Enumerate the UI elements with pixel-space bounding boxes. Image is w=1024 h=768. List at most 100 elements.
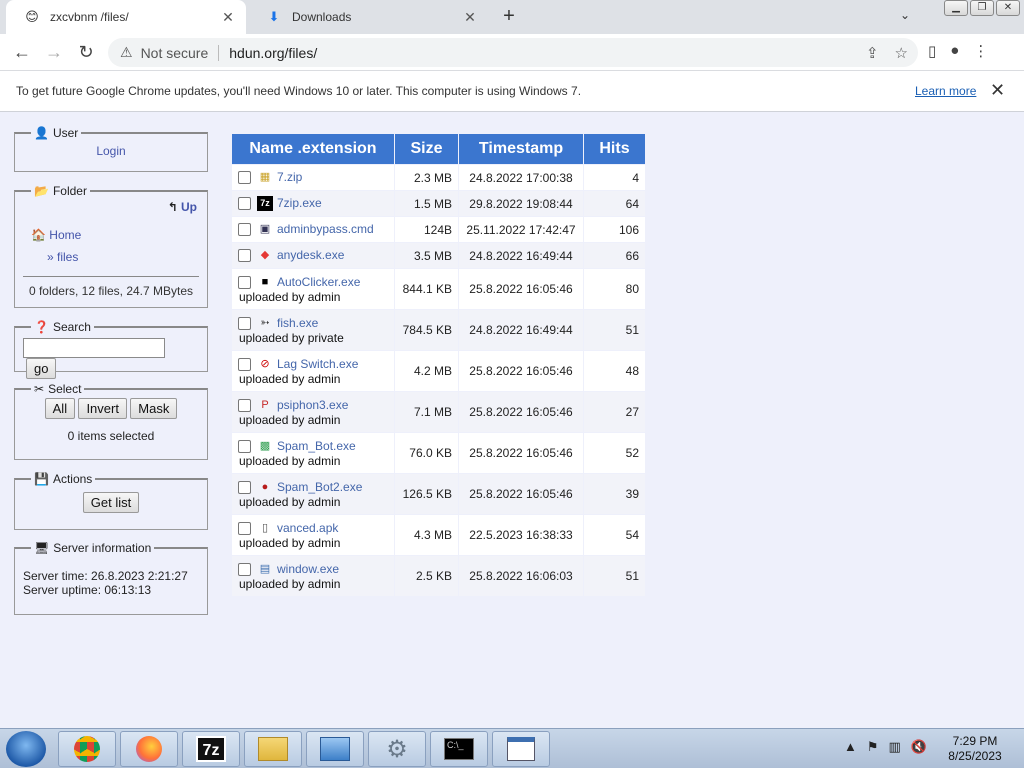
file-link[interactable]: 7zip.exe (277, 196, 322, 210)
table-row[interactable]: ▩ Spam_Bot.exe uploaded by admin 76.0 KB 25.… (232, 433, 645, 473)
file-link[interactable]: fish.exe (277, 316, 318, 330)
tab-files[interactable]: 😊 zxcvbnm /files/ ✕ (6, 0, 246, 34)
action-center-flag-icon[interactable]: ⚑ (867, 739, 879, 755)
table-row[interactable]: ▦ 7.zip 2.3 MB 24.8.2022 17:00:38 4 (232, 165, 645, 190)
up-button[interactable]: ↰ Up (168, 200, 197, 214)
new-tab-button[interactable]: + (498, 6, 520, 28)
red-circle-icon: ● (261, 480, 269, 493)
back-icon[interactable]: ← (10, 41, 34, 65)
close-tab-icon[interactable]: ✕ (462, 9, 478, 26)
file-checkbox[interactable] (238, 480, 251, 494)
file-checkbox[interactable] (238, 439, 251, 453)
file-checkbox[interactable] (238, 275, 251, 289)
menu-kebab-icon[interactable]: ⋮ (973, 42, 988, 60)
table-row[interactable]: Ppsiphon3.exe uploaded by admin 7.1 MB 25.8… (232, 392, 645, 432)
close-window-icon[interactable]: ✕ (996, 0, 1020, 16)
column-header-size[interactable]: Size (395, 134, 458, 164)
file-hits: 80 (584, 269, 645, 309)
file-checkbox[interactable] (238, 223, 251, 237)
column-header-hits[interactable]: Hits (584, 134, 645, 164)
reload-icon[interactable]: ↻ (74, 41, 98, 65)
table-row[interactable]: ▣ adminbypass.cmd 124B 25.11.2022 17:42:47 1… (232, 217, 645, 242)
file-checkbox[interactable] (238, 398, 251, 412)
table-row[interactable]: ● Spam_Bot2.exe uploaded by admin 126.5 KB 2… (232, 474, 645, 514)
search-input[interactable] (23, 338, 165, 358)
tab-downloads[interactable]: ⬇ Downloads ✕ (248, 0, 488, 34)
chrome-icon[interactable] (58, 731, 116, 767)
firefox-icon[interactable] (120, 731, 178, 767)
search-legend: Search (52, 320, 91, 334)
close-tab-icon[interactable]: ✕ (220, 9, 236, 26)
start-button[interactable] (6, 731, 46, 767)
volume-muted-icon[interactable]: 🔇 (911, 739, 927, 755)
search-go-button[interactable]: go (26, 358, 57, 379)
mask-button[interactable]: Mask (130, 398, 178, 419)
file-checkbox[interactable] (238, 562, 251, 576)
taskbar-clock[interactable]: 7:29 PM 8/25/2023 (940, 734, 1010, 764)
share-icon[interactable]: ⇪ (866, 44, 879, 62)
login-link[interactable]: Login (96, 144, 125, 158)
files-folder-link[interactable]: » files (47, 250, 78, 264)
browser-toolbar: ← → ↻ ⚠ Not secure hdun.org/files/ ⇪ ☆ ▯… (0, 34, 1024, 71)
minimize-icon[interactable]: ▁ (944, 0, 968, 16)
select-all-button[interactable]: All (44, 398, 76, 419)
file-link[interactable]: AutoClicker.exe (277, 275, 360, 289)
file-checkbox[interactable] (238, 197, 251, 211)
file-checkbox[interactable] (238, 357, 251, 371)
home-link[interactable]: Home (49, 228, 81, 242)
url-text[interactable]: hdun.org/files/ (229, 45, 317, 61)
file-link[interactable]: Spam_Bot2.exe (277, 480, 362, 494)
file-size: 2.3 MB (395, 165, 458, 190)
security-label[interactable]: Not secure (141, 44, 220, 61)
file-checkbox[interactable] (238, 249, 251, 263)
network-icon[interactable]: ▥ (889, 739, 901, 755)
7zip-icon[interactable]: 7z (182, 731, 240, 767)
bookmark-star-icon[interactable]: ☆ (895, 44, 908, 62)
file-checkbox[interactable] (238, 521, 251, 535)
table-row[interactable]: ▯ vanced.apk uploaded by admin 4.3 MB 22.5.2… (232, 515, 645, 555)
file-checkbox[interactable] (238, 316, 251, 330)
tab-search-chevron-icon[interactable]: ⌄ (896, 8, 914, 26)
file-link[interactable]: window.exe (277, 562, 339, 576)
table-row[interactable]: ▤ window.exe uploaded by admin 2.5 KB 25.8.2… (232, 556, 645, 596)
terminal-icon[interactable]: C:\_ (430, 731, 488, 767)
user-legend: User (52, 126, 79, 140)
forward-icon[interactable]: → (42, 41, 66, 65)
folder-icon[interactable] (244, 731, 302, 767)
table-row[interactable]: 7z 7zip.exe 1.5 MB 29.8.2022 19:08:44 64 (232, 191, 645, 216)
file-link[interactable]: vanced.apk (277, 521, 338, 535)
learn-more-link[interactable]: Learn more (915, 84, 976, 98)
tray-expand-icon[interactable]: ▲ (844, 739, 857, 755)
address-bar[interactable]: ⚠ Not secure hdun.org/files/ ⇪ ☆ (108, 38, 918, 67)
file-link[interactable]: anydesk.exe (277, 248, 344, 262)
file-hits: 54 (584, 515, 645, 555)
table-row[interactable]: ⊘ Lag Switch.exe uploaded by admin 4.2 MB 25… (232, 351, 645, 391)
file-checkbox[interactable] (238, 171, 251, 185)
table-row[interactable]: ■ AutoClicker.exe uploaded by admin 844.1 K… (232, 269, 645, 309)
column-header-name[interactable]: Name .extension (232, 134, 394, 164)
fish-icon: ➳ (260, 316, 270, 329)
file-link[interactable]: adminbypass.cmd (277, 222, 374, 236)
uploader-label: uploaded by admin (239, 453, 341, 468)
get-list-button[interactable]: Get list (82, 492, 140, 513)
profile-avatar-icon[interactable]: ● (950, 42, 959, 60)
file-link[interactable]: 7.zip (277, 170, 302, 184)
table-row[interactable]: ◆ anydesk.exe 3.5 MB 24.8.2022 16:49:44 66 (232, 243, 645, 268)
file-link[interactable]: Lag Switch.exe (277, 357, 358, 371)
control-panel-icon[interactable] (306, 731, 364, 767)
close-infobar-icon[interactable]: ✕ (990, 80, 1005, 101)
scissors-icon: ✂ (34, 382, 45, 396)
file-hits: 51 (584, 310, 645, 350)
restore-icon[interactable]: ❐ (970, 0, 994, 16)
clock-time: 7:29 PM (952, 734, 998, 748)
settings-gear-icon[interactable]: ⚙ (368, 731, 426, 767)
user-icon: 👤 (34, 126, 49, 140)
file-link[interactable]: psiphon3.exe (277, 398, 348, 412)
column-header-timestamp[interactable]: Timestamp (459, 134, 583, 164)
table-row[interactable]: ➳ fish.exe uploaded by private 784.5 KB 24.8… (232, 310, 645, 350)
file-hits: 4 (584, 165, 645, 190)
side-panel-icon[interactable]: ▯ (928, 42, 936, 60)
file-link[interactable]: Spam_Bot.exe (277, 439, 356, 453)
window-app-icon[interactable] (492, 731, 550, 767)
invert-selection-button[interactable]: Invert (78, 398, 127, 419)
